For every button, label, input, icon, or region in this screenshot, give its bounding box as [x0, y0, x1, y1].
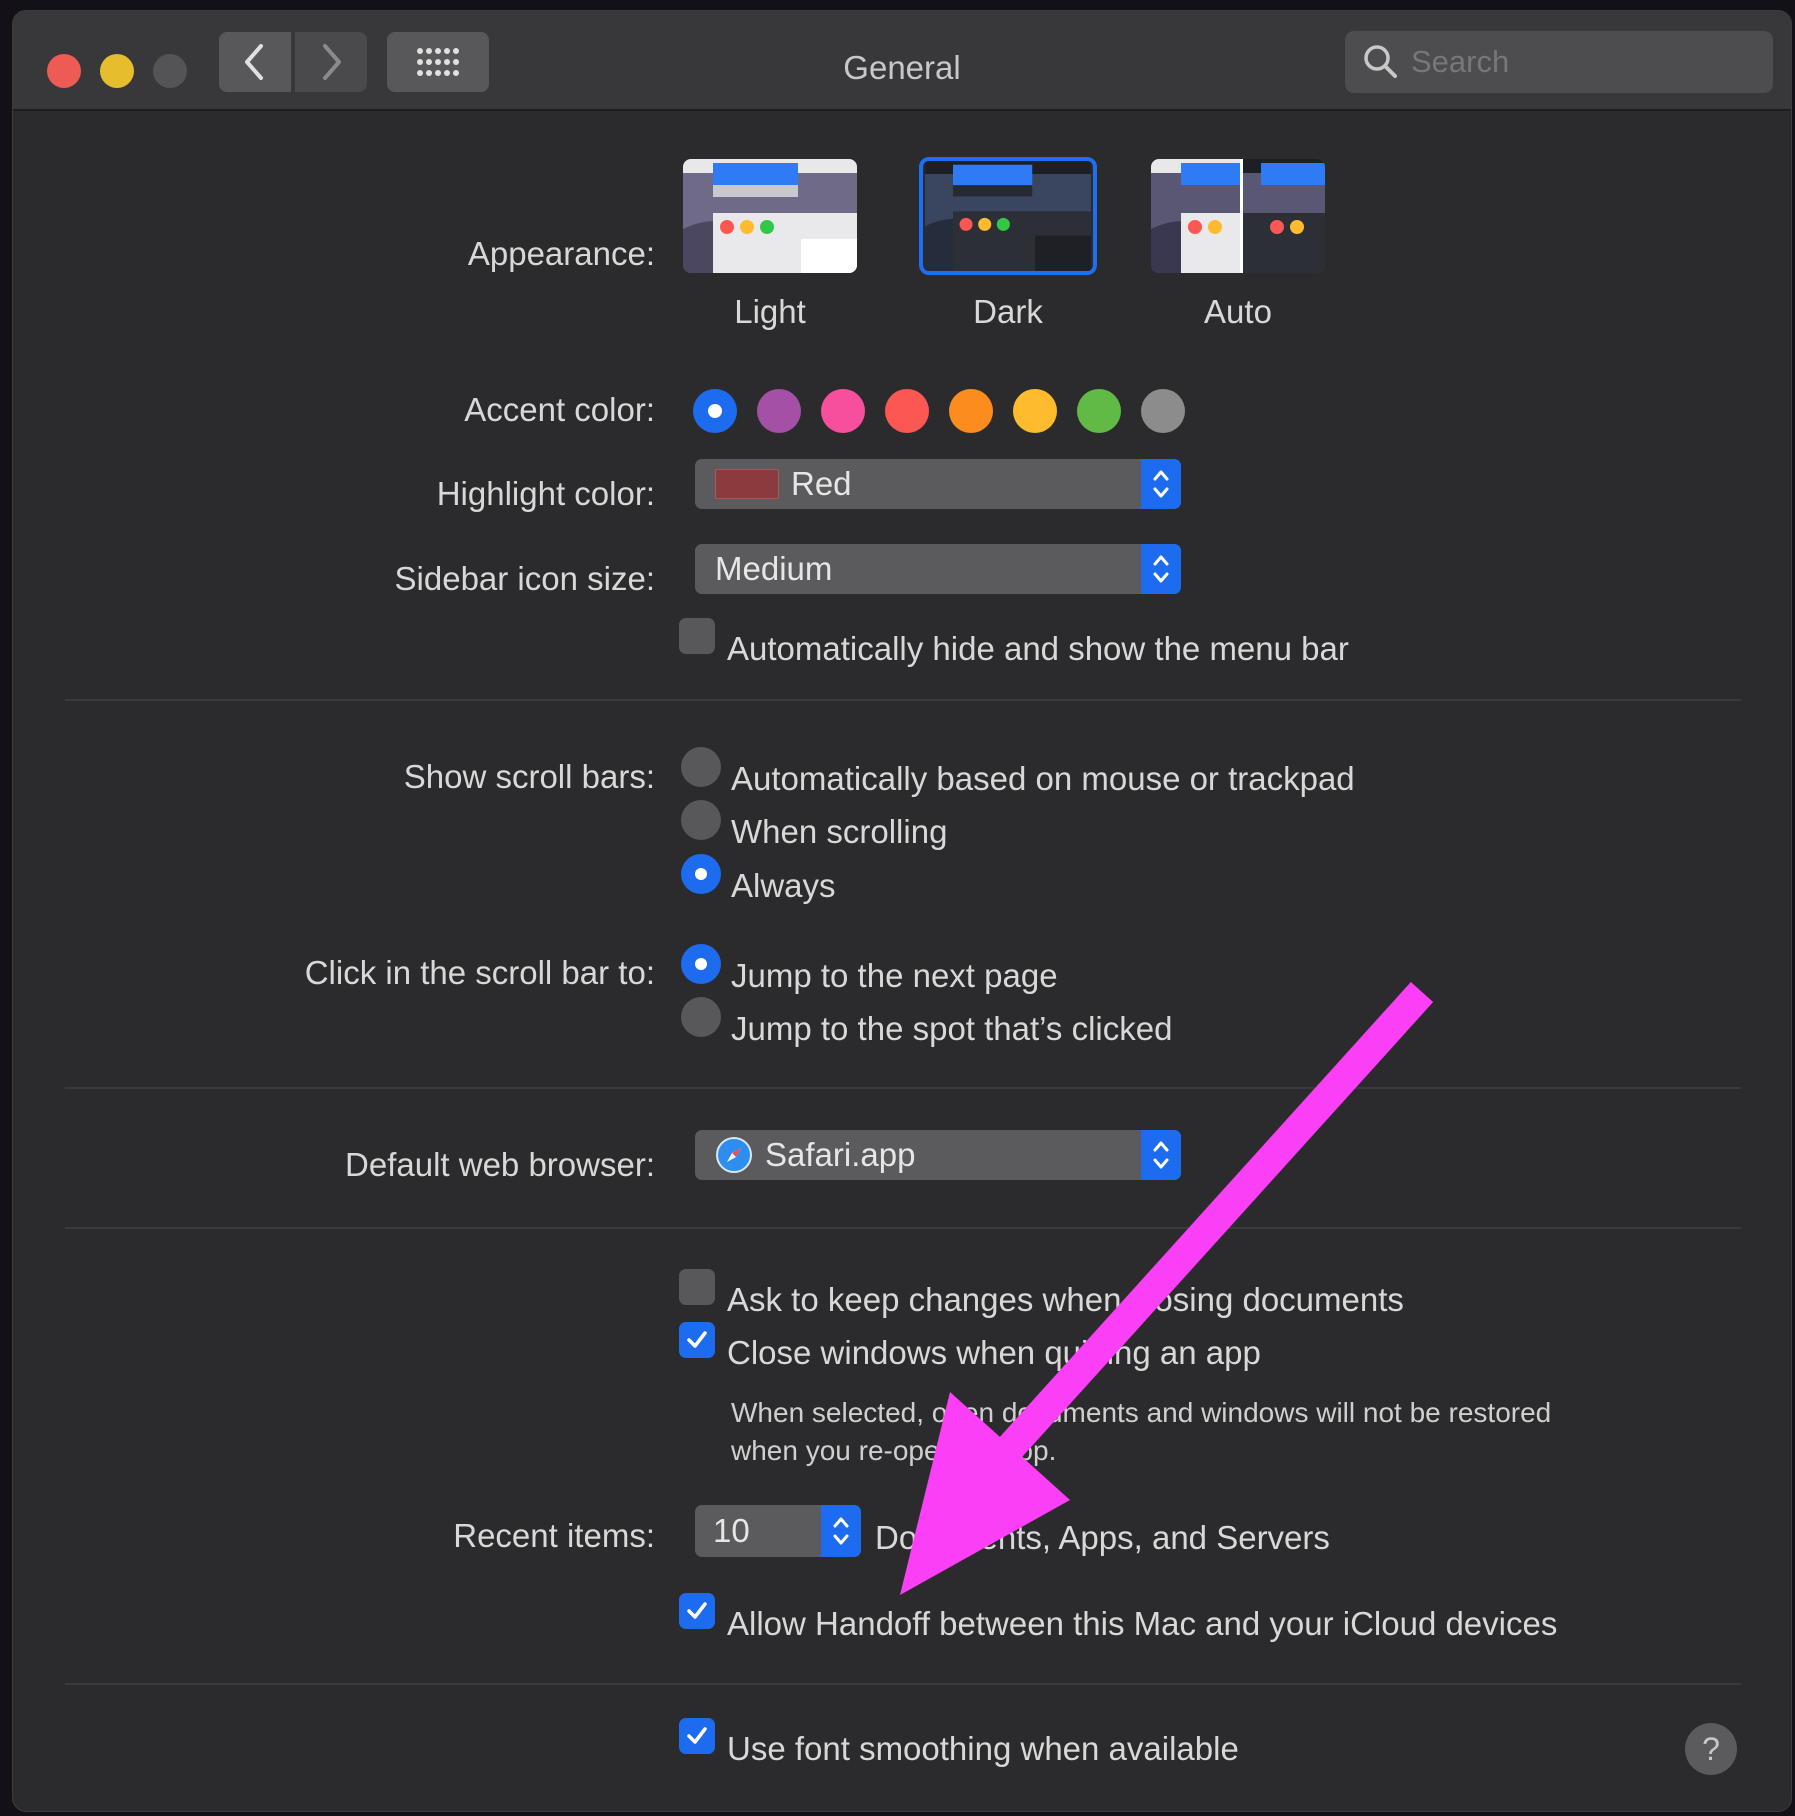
recent-items-stepper[interactable]: 10 [695, 1505, 861, 1557]
accent-color-label: Accent color: [464, 391, 655, 428]
close-windows-label: Close windows when quitting an app [727, 1334, 1261, 1371]
accent-swatch-pink[interactable] [821, 389, 865, 433]
default-browser-popup[interactable]: Safari.app [695, 1130, 1181, 1180]
search-field[interactable] [1345, 31, 1773, 93]
scroll-bars-scrolling-label: When scrolling [731, 813, 948, 850]
scroll-bars-auto-radio[interactable] [681, 747, 721, 787]
recent-items-suffix: Documents, Apps, and Servers [875, 1519, 1330, 1556]
light-appearance-thumbnail [683, 159, 857, 273]
sidebar-icon-size-value: Medium [715, 550, 833, 587]
appearance-auto-label: Auto [1204, 293, 1272, 330]
divider [65, 699, 1741, 701]
scroll-bars-always-radio[interactable] [681, 854, 721, 894]
default-browser-value: Safari.app [765, 1136, 916, 1173]
up-down-chevron-icon [1153, 470, 1169, 498]
accent-swatch-purple[interactable] [757, 389, 801, 433]
accent-swatch-blue[interactable] [693, 389, 737, 433]
highlight-color-value: Red [791, 465, 852, 502]
click-next-page-radio[interactable] [681, 944, 721, 984]
divider [65, 1683, 1741, 1685]
highlight-color-label: Highlight color: [436, 475, 655, 512]
appearance-dark-option[interactable] [919, 157, 1097, 275]
font-smoothing-label: Use font smoothing when available [727, 1730, 1239, 1767]
accent-swatch-yellow[interactable] [1013, 389, 1057, 433]
appearance-auto-option[interactable] [1149, 157, 1327, 275]
appearance-light-label: Light [734, 293, 806, 330]
highlight-color-swatch [715, 469, 779, 499]
recent-items-value: 10 [713, 1512, 750, 1549]
scroll-bars-scrolling-radio[interactable] [681, 800, 721, 840]
checkmark-icon [687, 1331, 707, 1348]
menu-bar-checkbox[interactable] [679, 618, 715, 654]
click-spot-radio[interactable] [681, 997, 721, 1037]
accent-swatch-graphite[interactable] [1141, 389, 1185, 433]
recent-items-stepper-arrows[interactable] [821, 1505, 861, 1557]
appearance-light-option[interactable] [681, 157, 859, 275]
scroll-bars-always-label: Always [731, 867, 836, 904]
default-browser-label: Default web browser: [345, 1146, 655, 1183]
highlight-color-popup[interactable]: Red [695, 459, 1181, 509]
appearance-label: Appearance: [467, 235, 655, 272]
dark-appearance-thumbnail [925, 161, 1091, 271]
handoff-label: Allow Handoff between this Mac and your … [727, 1605, 1558, 1642]
divider [65, 1087, 1741, 1089]
search-input[interactable] [1411, 44, 1751, 80]
close-windows-note-line2: when you re-open an app. [731, 1435, 1057, 1466]
ask-keep-changes-checkbox[interactable] [679, 1269, 715, 1305]
sidebar-icon-size-popup[interactable]: Medium [695, 544, 1181, 594]
scroll-bars-auto-label: Automatically based on mouse or trackpad [731, 760, 1355, 797]
safari-compass-icon [716, 1137, 752, 1173]
recent-items-label: Recent items: [453, 1517, 655, 1554]
up-down-chevron-icon [833, 1517, 849, 1545]
accent-swatch-red[interactable] [885, 389, 929, 433]
popup-stepper [1141, 544, 1181, 594]
up-down-chevron-icon [1153, 1141, 1169, 1169]
help-button[interactable]: ? [1685, 1723, 1737, 1775]
sidebar-icon-size-label: Sidebar icon size: [394, 560, 655, 597]
divider [65, 1227, 1741, 1229]
close-windows-note-line1: When selected, open documents and window… [731, 1397, 1552, 1428]
search-icon [1364, 45, 1397, 78]
popup-stepper [1141, 1130, 1181, 1180]
accent-swatch-green[interactable] [1077, 389, 1121, 433]
close-windows-checkbox[interactable] [679, 1322, 715, 1358]
handoff-checkbox[interactable] [679, 1593, 715, 1629]
title-bar: General [13, 11, 1791, 111]
appearance-dark-label: Dark [973, 293, 1043, 330]
preferences-window: General Appearance: Light [12, 10, 1792, 1812]
menu-bar-label: Automatically hide and show the menu bar [727, 630, 1349, 667]
click-spot-label: Jump to the spot that’s clicked [731, 1010, 1173, 1047]
auto-appearance-thumbnail [1151, 159, 1325, 273]
click-scroll-bar-label: Click in the scroll bar to: [304, 954, 655, 991]
checkmark-icon [687, 1727, 707, 1744]
ask-keep-changes-label: Ask to keep changes when closing documen… [727, 1281, 1404, 1318]
up-down-chevron-icon [1153, 555, 1169, 583]
accent-swatch-orange[interactable] [949, 389, 993, 433]
popup-stepper [1141, 459, 1181, 509]
click-next-page-label: Jump to the next page [731, 957, 1058, 994]
show-scroll-bars-label: Show scroll bars: [403, 758, 655, 795]
checkmark-icon [687, 1602, 707, 1619]
font-smoothing-checkbox[interactable] [679, 1718, 715, 1754]
